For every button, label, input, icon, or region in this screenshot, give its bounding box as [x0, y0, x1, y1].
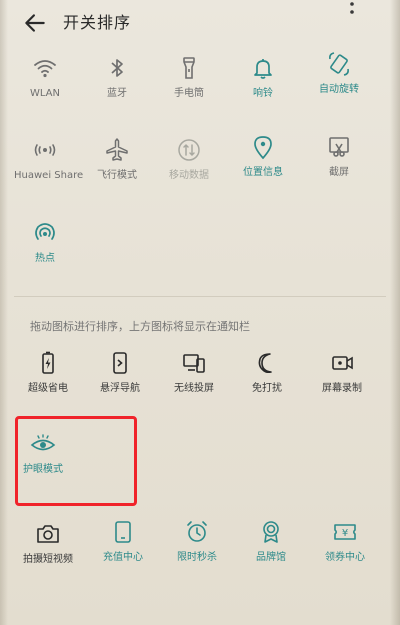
tile-hotspot[interactable]: 热点 — [14, 219, 76, 265]
tile-screenshot[interactable]: 截屏 — [308, 133, 370, 179]
tile-label: 悬浮导航 — [100, 383, 140, 394]
tile-label: 免打扰 — [252, 383, 282, 394]
tile-huawei-share[interactable]: Huawei Share — [14, 136, 84, 182]
airplane-icon — [106, 138, 128, 161]
tile-label: 蓝牙 — [107, 88, 127, 99]
screenshot-icon — [329, 137, 349, 157]
camera-icon — [37, 525, 59, 543]
screen-edge-left — [0, 0, 8, 625]
page-title: 开关排序 — [63, 13, 132, 32]
tile-label: Huawei Share — [14, 170, 84, 181]
recharge-icon — [115, 521, 131, 543]
tile-wlan[interactable]: WLAN — [14, 54, 76, 100]
tile-screen-record[interactable]: 屏幕录制 — [311, 349, 373, 395]
tile-ring[interactable]: 响铃 — [232, 54, 294, 100]
tile-battery-saver[interactable]: 超级省电 — [17, 349, 79, 395]
flashlight-icon — [183, 57, 195, 79]
tile-label: 护眼模式 — [23, 464, 63, 475]
wireless-projection-icon — [183, 354, 205, 373]
huawei-share-icon — [34, 144, 56, 156]
tile-mobile-data[interactable]: 移动数据 — [158, 136, 220, 182]
coupon-icon: ¥ — [334, 524, 356, 540]
eye-comfort-icon — [30, 434, 56, 451]
quick-settings-sort-screen: 开关排序 WLAN 蓝牙 手电筒 响铃 自动旋转 Huawei Share 飞行… — [0, 0, 400, 625]
tile-flash-sale[interactable]: 限时秒杀 — [166, 518, 228, 564]
do-not-disturb-icon — [258, 353, 272, 374]
tile-label: 移动数据 — [169, 170, 209, 181]
tile-label: 领券中心 — [325, 552, 365, 563]
hotspot-icon — [35, 223, 55, 240]
tile-label: 响铃 — [253, 88, 273, 99]
tile-airplane[interactable]: 飞行模式 — [86, 136, 148, 182]
more-options-icon[interactable] — [345, 0, 359, 20]
bell-icon — [254, 59, 272, 79]
brand-icon — [263, 521, 279, 543]
tile-label: 热点 — [35, 253, 55, 264]
tile-label: WLAN — [29, 88, 60, 99]
bluetooth-icon — [111, 59, 123, 77]
alarm-clock-icon — [187, 521, 207, 542]
tile-bluetooth[interactable]: 蓝牙 — [86, 54, 148, 100]
tile-floating-nav[interactable]: 悬浮导航 — [89, 349, 151, 395]
tile-label: 充值中心 — [103, 552, 143, 563]
tile-eye-comfort[interactable]: 护眼模式 — [12, 430, 74, 476]
tile-label: 拍摄短视频 — [23, 554, 73, 565]
tile-label: 自动旋转 — [319, 84, 359, 95]
tile-label: 手电筒 — [174, 88, 204, 99]
screen-edge-right — [390, 0, 400, 625]
back-arrow-icon[interactable] — [22, 10, 48, 36]
header: 开关排序 — [0, 0, 400, 44]
tile-label: 无线投屏 — [174, 383, 214, 394]
sort-hint-text: 拖动图标进行排序，上方图标将显示在通知栏 — [30, 320, 250, 333]
tile-location[interactable]: 位置信息 — [232, 133, 294, 179]
tile-recharge[interactable]: 充值中心 — [92, 518, 154, 564]
tile-label: 位置信息 — [243, 167, 283, 178]
battery-saver-icon — [42, 351, 54, 374]
screen-record-icon — [332, 356, 353, 370]
tile-flashlight[interactable]: 手电筒 — [158, 54, 220, 100]
tile-wireless-projection[interactable]: 无线投屏 — [163, 349, 225, 395]
tile-coupon-center[interactable]: ¥ 领券中心 — [314, 518, 376, 564]
location-icon — [254, 136, 272, 160]
svg-text:¥: ¥ — [342, 528, 348, 539]
tile-label: 超级省电 — [28, 383, 68, 394]
tile-do-not-disturb[interactable]: 免打扰 — [236, 349, 298, 395]
floating-nav-icon — [113, 352, 127, 374]
tile-label: 飞行模式 — [97, 170, 137, 181]
auto-rotate-icon — [329, 52, 349, 76]
section-divider — [14, 296, 386, 297]
mobile-data-icon — [178, 139, 200, 161]
tile-label: 限时秒杀 — [177, 552, 217, 563]
tile-label: 品牌馆 — [256, 552, 286, 563]
wifi-icon — [34, 60, 56, 78]
tile-brand-hall[interactable]: 品牌馆 — [240, 518, 302, 564]
tile-auto-rotate[interactable]: 自动旋转 — [308, 50, 370, 96]
tile-label: 屏幕录制 — [322, 383, 362, 394]
tile-label: 截屏 — [329, 167, 349, 178]
tile-short-video[interactable]: 拍摄短视频 — [17, 520, 79, 566]
